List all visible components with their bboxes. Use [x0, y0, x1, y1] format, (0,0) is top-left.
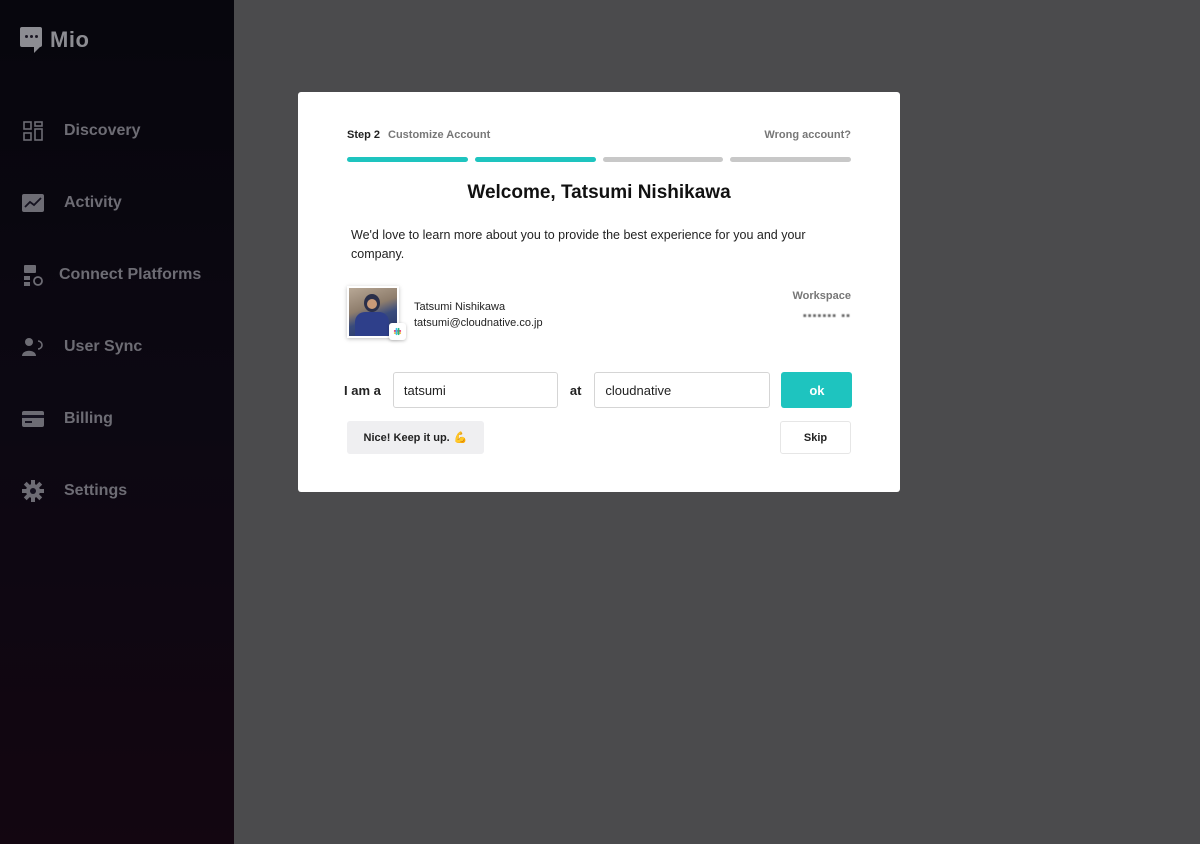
sidebar-item-label: Settings — [64, 482, 128, 499]
modal-description: We'd love to learn more about you to pro… — [351, 228, 806, 261]
sidebar-item-connect-platforms[interactable]: Connect Platforms — [0, 239, 234, 311]
step-progress-bar — [347, 157, 851, 162]
user-email: tatsumi@cloudnative.co.jp — [414, 317, 543, 329]
sidebar-item-user-sync[interactable]: User Sync — [0, 311, 234, 383]
credit-card-icon — [22, 408, 44, 430]
workspace-label: Workspace — [792, 290, 852, 302]
sidebar-item-label: User Sync — [64, 338, 143, 355]
chart-icon — [22, 192, 44, 214]
workspace-info: Workspace ▪▪▪▪▪▪▪ ▪▪ — [793, 290, 852, 322]
user-info: Tatsumi Nishikawa tatsumi@cloudnative.co… — [414, 299, 543, 331]
app-logo[interactable]: Mio — [20, 27, 89, 53]
gear-icon — [22, 480, 44, 502]
step-header: Step 2 Customize Account Wrong account? — [347, 129, 851, 141]
chat-bubble-icon — [20, 27, 42, 53]
encouragement-badge: Nice! Keep it up. 💪 — [347, 421, 484, 454]
sidebar-item-label: Billing — [64, 410, 113, 427]
company-label: at — [569, 382, 582, 398]
sidebar-item-discovery[interactable]: Discovery — [0, 95, 234, 167]
sidebar-item-activity[interactable]: Activity — [0, 167, 234, 239]
ok-button[interactable]: ok — [781, 372, 853, 408]
role-label: I am a — [344, 382, 381, 398]
progress-segment — [347, 157, 468, 162]
progress-segment — [602, 157, 724, 162]
progress-segment — [730, 157, 851, 162]
user-profile — [347, 286, 407, 342]
sidebar-nav: Discovery Activity Connect Platforms Use… — [0, 95, 234, 527]
sidebar-item-billing[interactable]: Billing — [0, 383, 234, 455]
role-input[interactable] — [392, 372, 558, 408]
wrong-account-link[interactable]: Wrong account? — [764, 129, 851, 141]
step-number: Step 2 — [347, 129, 381, 141]
platforms-icon — [22, 264, 44, 286]
encouragement-text: Nice! Keep it up. — [363, 431, 450, 444]
sidebar: Mio Discovery Activity Connect Platforms… — [0, 0, 234, 844]
modal-title: Welcome, Tatsumi Nishikawa — [467, 182, 731, 203]
onboarding-modal: Step 2 Customize Account Wrong account? … — [298, 92, 900, 492]
sidebar-item-label: Connect Platforms — [59, 266, 202, 283]
sidebar-item-label: Activity — [64, 194, 122, 211]
grid-icon — [22, 120, 44, 142]
app-name: Mio — [50, 27, 90, 52]
workspace-value: ▪▪▪▪▪▪▪ ▪▪ — [802, 310, 851, 322]
flexed-biceps-icon: 💪 — [453, 432, 468, 444]
sidebar-item-settings[interactable]: Settings — [0, 455, 234, 527]
user-name: Tatsumi Nishikawa — [414, 301, 506, 313]
slack-icon — [389, 323, 406, 340]
company-input[interactable] — [594, 372, 771, 408]
progress-segment — [474, 157, 596, 162]
user-sync-icon — [22, 336, 44, 358]
profile-form: I am a at ok — [344, 372, 853, 408]
sidebar-item-label: Discovery — [64, 122, 141, 139]
skip-button[interactable]: Skip — [780, 421, 851, 454]
step-name: Customize Account — [388, 129, 491, 141]
